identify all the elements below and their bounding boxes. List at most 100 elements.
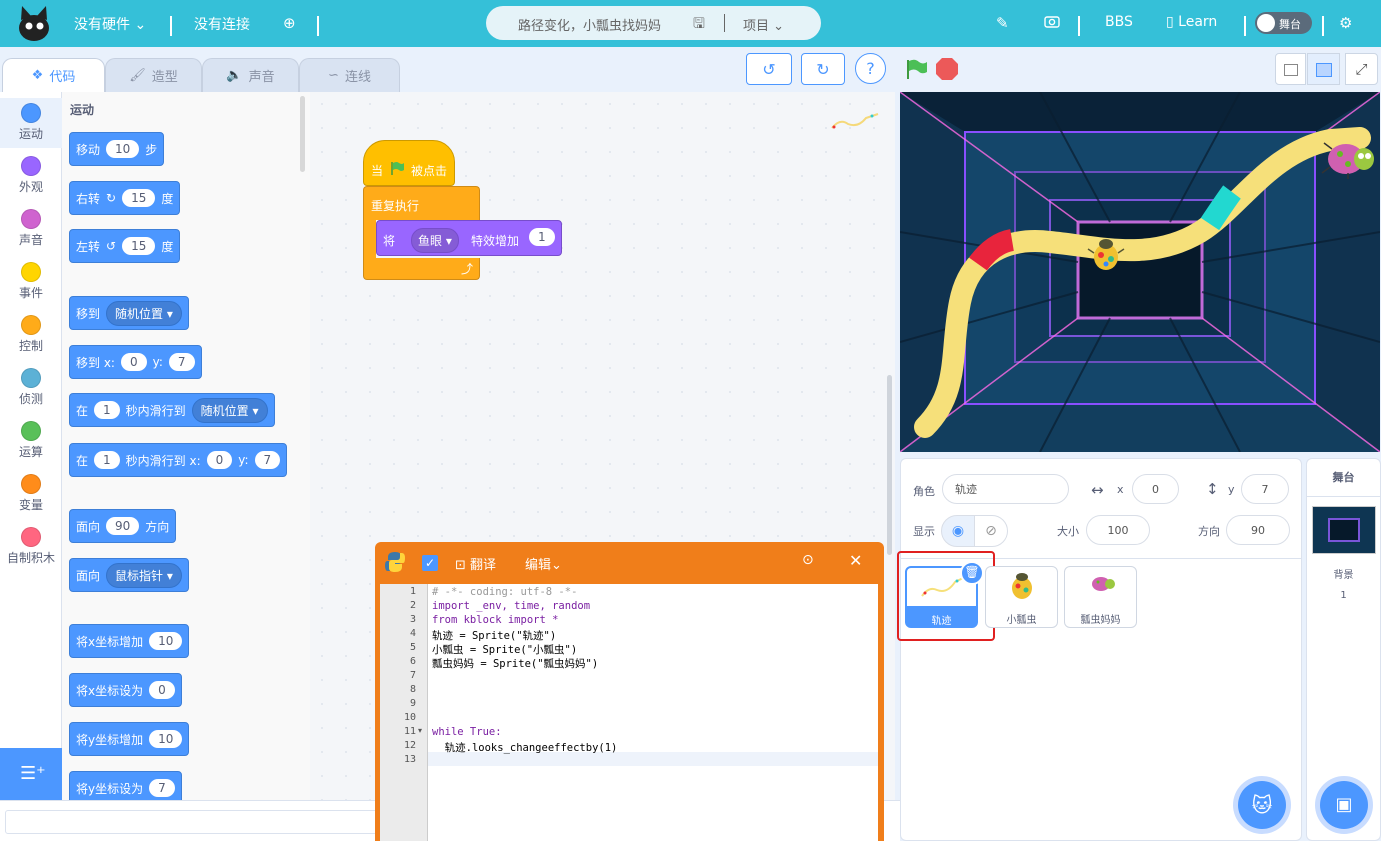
effect-type-dropdown[interactable]: 鱼眼 ▾ bbox=[411, 228, 459, 253]
backdrop-count: 1 bbox=[1340, 590, 1347, 601]
add-backdrop-button[interactable]: ▣ bbox=[1320, 781, 1368, 829]
category-label: 外观 bbox=[18, 180, 43, 194]
project-title-input[interactable]: 路径变化，小瓢虫找妈妈 bbox=[518, 15, 668, 34]
block-glide-xy[interactable]: 在 1 秒内滑行到 x: 0 y: 7 bbox=[69, 443, 288, 477]
category-dot-icon bbox=[21, 315, 41, 335]
logo-cat-icon bbox=[19, 6, 49, 41]
stage-target-panel[interactable]: 舞台 背景 1 ▣ bbox=[1306, 458, 1381, 841]
delete-sprite-trash-icon[interactable]: 🗑 bbox=[960, 561, 984, 585]
category-dot-icon bbox=[21, 527, 41, 547]
tab-sounds[interactable]: 🔈 声音 bbox=[202, 58, 299, 92]
camera-icon[interactable] bbox=[1044, 14, 1060, 28]
sprite-thumb-ladybug[interactable]: 小瓢虫 bbox=[985, 566, 1058, 628]
globe-icon[interactable]: ⊕ bbox=[283, 14, 296, 32]
sprite-thumb-mother-ladybug[interactable]: 瓢虫妈妈 bbox=[1064, 566, 1137, 628]
large-stage-button[interactable] bbox=[1307, 53, 1340, 85]
extension-add-icon: ☰⁺ bbox=[20, 763, 46, 784]
tab-costumes[interactable]: 🖌 造型 bbox=[105, 58, 202, 92]
stop-icon[interactable] bbox=[935, 57, 959, 81]
connection-menu[interactable]: 没有连接 bbox=[194, 14, 250, 34]
line-number: 1 bbox=[409, 586, 416, 597]
category-1[interactable]: 外观 bbox=[0, 151, 62, 201]
project-title-pill: 路径变化，小瓢虫找妈妈 🖫 项目 ⌄ bbox=[486, 6, 821, 40]
save-icon[interactable]: 🖫 bbox=[693, 13, 705, 37]
category-dot-icon bbox=[21, 421, 41, 441]
category-7[interactable]: 变量 bbox=[0, 469, 62, 519]
translate-button[interactable]: ⊡ 翻译 bbox=[455, 554, 496, 573]
add-sprite-button[interactable]: 🐱 bbox=[1238, 781, 1286, 829]
line-number: 10 bbox=[403, 712, 416, 723]
add-extension-button[interactable]: ☰⁺ bbox=[0, 748, 62, 800]
sprite-x-input[interactable]: 0 bbox=[1132, 474, 1179, 504]
brush-icon: 🖌 bbox=[129, 68, 146, 83]
project-menu[interactable]: 项目 ⌄ bbox=[743, 15, 784, 34]
block-turn-left[interactable]: 左转 ↺ 15 度 bbox=[69, 229, 181, 263]
category-5[interactable]: 侦测 bbox=[0, 363, 62, 413]
editor-scrollbar[interactable] bbox=[885, 584, 889, 764]
sprite-name-input[interactable]: 轨迹 bbox=[942, 474, 1069, 504]
sprite-size-input[interactable]: 100 bbox=[1086, 515, 1150, 545]
category-dot-icon bbox=[21, 474, 41, 494]
bbs-link[interactable]: BBS bbox=[1105, 14, 1133, 30]
category-3[interactable]: 事件 bbox=[0, 257, 62, 307]
block-change-y[interactable]: 将y坐标增加 10 bbox=[69, 722, 190, 756]
fullscreen-button[interactable]: ⤢ bbox=[1345, 53, 1378, 85]
category-2[interactable]: 声音 bbox=[0, 204, 62, 254]
block-palette: 运动 移动 10 步 右转 ↻ 15 度 左转 ↺ 15 度 移到 随机位置 ▾ 移到 x: 0 y:… bbox=[62, 92, 310, 800]
workspace-scrollbar[interactable] bbox=[887, 375, 892, 555]
backdrop-label: 背景 bbox=[1333, 570, 1354, 581]
settings-gear-icon[interactable]: ⚙ bbox=[1339, 14, 1352, 32]
block-glide[interactable]: 在 1 秒内滑行到 随机位置 ▾ bbox=[69, 393, 275, 427]
block-point-direction[interactable]: 面向 90 方向 bbox=[69, 509, 177, 543]
help-button[interactable]: ? bbox=[855, 53, 886, 84]
horizontal-scrollbar[interactable] bbox=[5, 810, 380, 834]
line-number: 3 bbox=[409, 614, 416, 625]
show-sprite-eye-icon[interactable]: ◉ bbox=[941, 515, 975, 547]
sync-checkbox[interactable]: ✓ bbox=[422, 555, 438, 571]
learn-link[interactable]: ▯ Learn bbox=[1166, 14, 1217, 30]
redo-button[interactable]: ↻ bbox=[801, 53, 845, 85]
sprite-y-input[interactable]: 7 bbox=[1241, 474, 1289, 504]
fold-arrow-icon[interactable]: ▾ bbox=[418, 726, 422, 735]
block-turn-right[interactable]: 右转 ↻ 15 度 bbox=[69, 181, 181, 215]
stage-mode-toggle[interactable]: 舞台 bbox=[1255, 12, 1312, 34]
block-goto[interactable]: 移到 随机位置 ▾ bbox=[69, 296, 189, 330]
code-line: 小瓢虫 = Sprite("小瓢虫") bbox=[432, 644, 578, 656]
pen-icon[interactable]: ✎ bbox=[996, 14, 1009, 32]
backdrop-thumbnail[interactable] bbox=[1312, 506, 1376, 554]
block-move-steps[interactable]: 移动 10 步 bbox=[69, 132, 165, 166]
block-change-effect[interactable]: 将 鱼眼 ▾ 特效增加 1 bbox=[376, 220, 562, 256]
stage-canvas[interactable] bbox=[900, 92, 1380, 452]
tab-code[interactable]: ❖ 代码 bbox=[2, 58, 105, 92]
palette-scrollbar[interactable] bbox=[300, 96, 305, 172]
category-8[interactable]: 自制积木 bbox=[0, 522, 62, 572]
run-code-icon[interactable]: ⊙ bbox=[802, 552, 814, 568]
mother-ladybug-thumbnail-icon bbox=[1092, 577, 1115, 591]
hide-sprite-eye-icon[interactable]: ⊘ bbox=[974, 515, 1008, 547]
category-0[interactable]: 运动 bbox=[0, 98, 62, 148]
green-flag-icon[interactable] bbox=[903, 57, 927, 81]
forever-block[interactable]: 重复执行 bbox=[363, 186, 480, 220]
block-set-x[interactable]: 将x坐标设为 0 bbox=[69, 673, 182, 707]
category-4[interactable]: 控制 bbox=[0, 310, 62, 360]
block-goto-xy[interactable]: 移到 x: 0 y: 7 bbox=[69, 345, 202, 379]
category-dot-icon bbox=[21, 103, 41, 123]
effect-amount-input[interactable]: 1 bbox=[529, 228, 555, 246]
undo-button[interactable]: ↺ bbox=[746, 53, 792, 85]
tab-wiring[interactable]: ∽ 连线 bbox=[299, 58, 400, 92]
horizontal-arrows-icon: ↔ bbox=[1091, 481, 1104, 499]
code-line: import _env, time, random bbox=[432, 600, 591, 612]
hat-block-when-flag-clicked[interactable]: 当 被点击 bbox=[363, 140, 455, 186]
block-set-y[interactable]: 将y坐标设为 7 bbox=[69, 771, 182, 800]
turn-right-icon: ↻ bbox=[106, 191, 117, 205]
close-window-icon[interactable]: ✕ bbox=[849, 551, 862, 570]
category-6[interactable]: 运算 bbox=[0, 416, 62, 466]
sprite-direction-input[interactable]: 90 bbox=[1226, 515, 1290, 545]
block-change-x[interactable]: 将x坐标增加 10 bbox=[69, 624, 190, 658]
block-point-towards[interactable]: 面向 鼠标指针 ▾ bbox=[69, 558, 189, 592]
edit-menu[interactable]: 编辑⌄ bbox=[525, 554, 562, 573]
code-editor[interactable]: 1 2 3 4 5 6 7 8 9 10 11 12 13 ▾ # -*- coding: utf-8 -… bbox=[380, 584, 878, 841]
small-stage-button[interactable] bbox=[1275, 53, 1306, 85]
top-menu-bar: 没有硬件 ⌄ 没有连接 ⊕ 路径变化，小瓢虫找妈妈 🖫 项目 ⌄ ✎ BBS ▯… bbox=[0, 0, 1381, 47]
hardware-menu[interactable]: 没有硬件 ⌄ bbox=[74, 14, 146, 34]
